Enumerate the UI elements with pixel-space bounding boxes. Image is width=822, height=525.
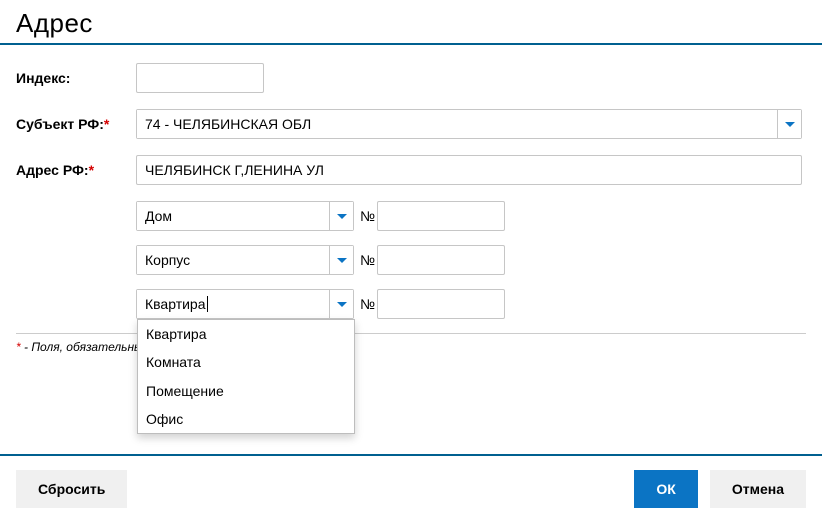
apartment-type-select[interactable]: Квартира Квартира Комната Помещение Офис <box>136 289 354 319</box>
index-input[interactable] <box>136 63 264 93</box>
corpus-num-input[interactable] <box>377 245 505 275</box>
row-address: Адрес РФ:* <box>16 155 806 185</box>
corpus-type-toggle[interactable] <box>329 246 353 274</box>
dialog-footer: Сбросить ОК Отмена <box>0 456 822 522</box>
corpus-type-select[interactable]: Корпус <box>136 245 354 275</box>
chevron-down-icon <box>337 214 347 219</box>
label-index: Индекс: <box>16 70 136 86</box>
row-corpus: Корпус № <box>136 245 806 275</box>
form-bottom-divider <box>16 333 806 334</box>
chevron-down-icon <box>785 122 795 127</box>
cancel-button[interactable]: Отмена <box>710 470 806 508</box>
apartment-type-toggle[interactable] <box>329 290 353 318</box>
apartment-num-input[interactable] <box>377 289 505 319</box>
house-type-toggle[interactable] <box>329 202 353 230</box>
house-type-value: Дом <box>137 202 329 230</box>
row-subject: Субъект РФ:* 74 - ЧЕЛЯБИНСКАЯ ОБЛ <box>16 109 806 139</box>
reset-button[interactable]: Сбросить <box>16 470 127 508</box>
dialog-header: Адрес <box>0 0 822 43</box>
dropdown-option-office[interactable]: Офис <box>138 405 354 433</box>
page-title: Адрес <box>16 8 806 39</box>
dropdown-option-apartment[interactable]: Квартира <box>138 320 354 348</box>
row-index: Индекс: <box>16 63 806 93</box>
address-form: Индекс: Субъект РФ:* 74 - ЧЕЛЯБИНСКАЯ ОБ… <box>0 63 822 319</box>
row-apartment: Квартира Квартира Комната Помещение Офис… <box>136 289 806 319</box>
house-num-label: № <box>360 208 375 224</box>
house-num-input[interactable] <box>377 201 505 231</box>
chevron-down-icon <box>337 302 347 307</box>
house-type-select[interactable]: Дом <box>136 201 354 231</box>
ok-button[interactable]: ОК <box>634 470 697 508</box>
row-house: Дом № <box>136 201 806 231</box>
apartment-type-value: Квартира <box>137 290 329 318</box>
address-input[interactable] <box>136 155 802 185</box>
apartment-type-dropdown: Квартира Комната Помещение Офис <box>137 319 355 434</box>
label-subject: Субъект РФ:* <box>16 116 136 132</box>
corpus-type-value: Корпус <box>137 246 329 274</box>
header-divider <box>0 43 822 45</box>
subject-select-toggle[interactable] <box>777 110 801 138</box>
subject-select[interactable]: 74 - ЧЕЛЯБИНСКАЯ ОБЛ <box>136 109 802 139</box>
dropdown-option-premise[interactable]: Помещение <box>138 377 354 405</box>
corpus-num-label: № <box>360 252 375 268</box>
apartment-num-label: № <box>360 296 375 312</box>
required-fields-note: * - Поля, обязательны <box>0 340 822 354</box>
dropdown-option-room[interactable]: Комната <box>138 348 354 376</box>
label-address: Адрес РФ:* <box>16 162 136 178</box>
chevron-down-icon <box>337 258 347 263</box>
subject-select-value: 74 - ЧЕЛЯБИНСКАЯ ОБЛ <box>137 110 777 138</box>
